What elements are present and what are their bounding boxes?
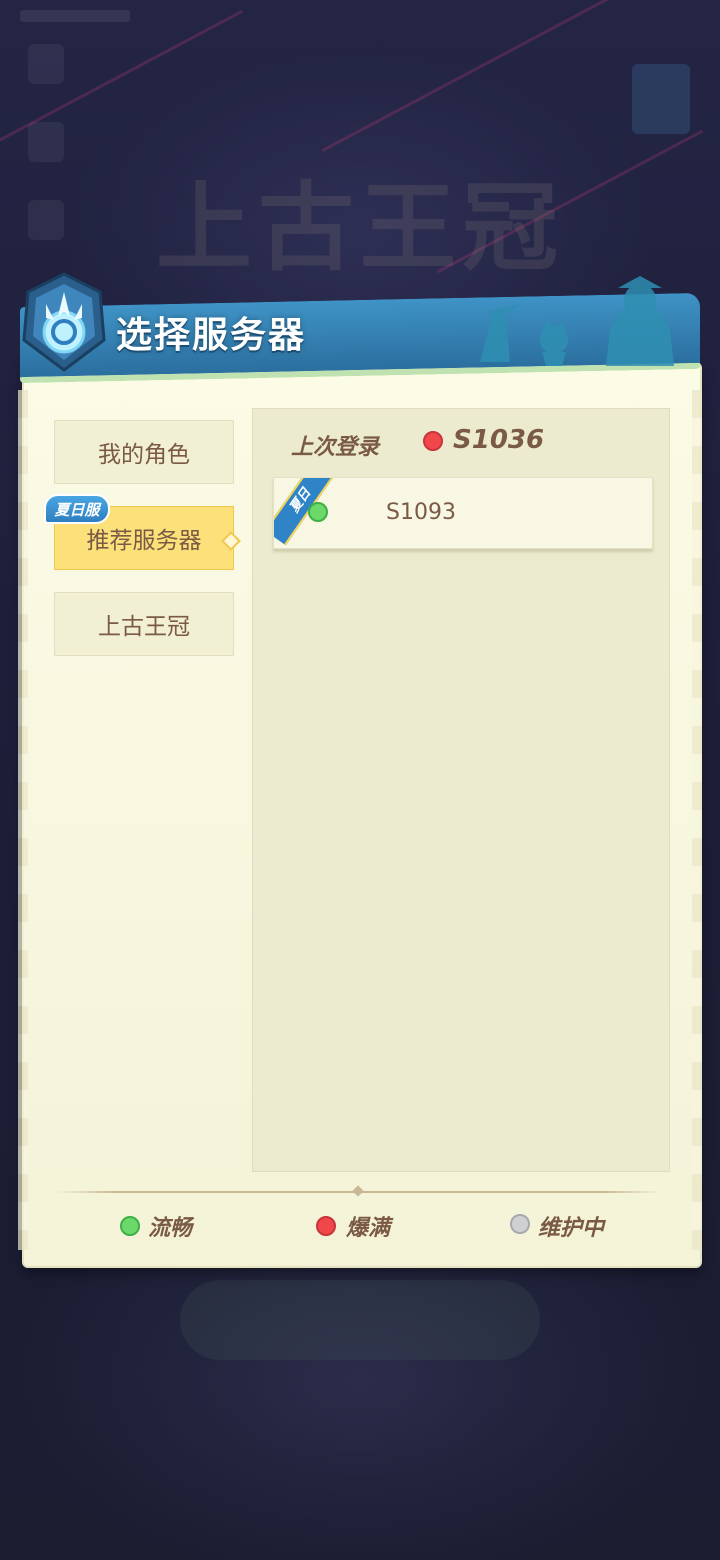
bg-start-area (260, 1340, 460, 1430)
tab-label: 上古王冠 (98, 614, 190, 640)
crown-shield-icon (22, 272, 106, 372)
game-logo: 上古王冠 (156, 171, 564, 284)
bg-corner-button (632, 64, 690, 134)
status-bar-placeholder (20, 10, 130, 22)
legend-maintenance-label: 维护中 (538, 1216, 605, 1241)
status-smooth-dot (308, 502, 328, 522)
server-list-panel: 上次登录 S1036 夏日 S1093 (252, 408, 670, 1172)
legend-smooth-label: 流畅 (148, 1216, 193, 1241)
tab-label: 推荐服务器 (86, 528, 202, 554)
summer-server-badge: 夏日服 (44, 494, 110, 524)
last-login-label: 上次登录 (291, 435, 380, 460)
legend-full-label: 爆满 (346, 1216, 391, 1241)
bg-tree-icon (28, 200, 64, 240)
tab-label: 我的角色 (98, 442, 190, 468)
bg-decor-stripe (321, 0, 659, 153)
status-full-dot (423, 431, 443, 451)
legend-smooth-dot (120, 1216, 140, 1236)
tab-my-characters[interactable]: 我的角色 (54, 420, 234, 484)
server-item[interactable]: 夏日 S1093 (273, 477, 653, 549)
legend-maintenance-dot (510, 1214, 530, 1234)
dialog-title: 选择服务器 (116, 315, 307, 356)
character-silhouettes-icon (480, 276, 674, 366)
paper-edge-decoration (18, 390, 28, 1250)
last-login-server[interactable]: S1036 (453, 425, 544, 455)
bg-person-icon (28, 122, 64, 162)
legend-full-dot (316, 1216, 336, 1236)
paper-edge-decoration (692, 390, 702, 1250)
server-select-dialog: 选择服务器 我的角色 推荐服务器 夏日服 上古王冠 上次登录 S1036 夏日 … (14, 270, 706, 1280)
tab-ancient-crown[interactable]: 上古王冠 (54, 592, 234, 656)
bg-menu-icon (28, 44, 64, 84)
server-name: S1093 (386, 500, 456, 525)
